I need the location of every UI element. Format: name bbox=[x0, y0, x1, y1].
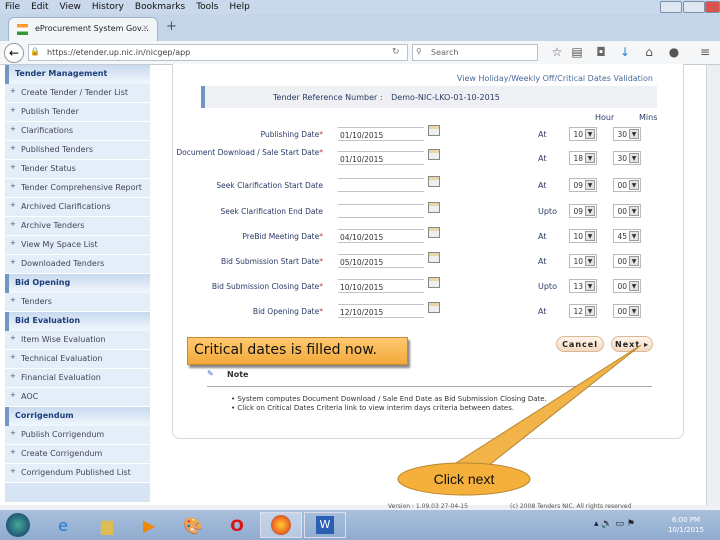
tray-icons[interactable]: ▴ 🔊 ▭ ⚑ bbox=[594, 519, 635, 529]
firefox-icon[interactable] bbox=[260, 512, 302, 538]
word-icon[interactable]: W bbox=[304, 512, 346, 538]
callout-pointer bbox=[446, 344, 642, 469]
start-button[interactable] bbox=[0, 512, 36, 538]
taskbar: e ▆ ▶ 🎨 O W ▴ 🔊 ▭ ⚑ 6:00 PM 10/1/2015 bbox=[0, 510, 720, 540]
clock-time: 6:00 PM bbox=[671, 516, 701, 524]
hint-callout: Click next bbox=[397, 344, 642, 496]
opera-icon[interactable]: O bbox=[216, 512, 258, 538]
ie-icon[interactable]: e bbox=[42, 512, 84, 538]
explorer-icon[interactable]: ▆ bbox=[86, 512, 128, 538]
version-text: Version : 1.09.03 27-04-15 bbox=[388, 503, 468, 510]
copyright-text: (c) 2008 Tenders NIC. All rights reserve… bbox=[510, 503, 632, 510]
clock[interactable]: 6:00 PM 10/1/2015 bbox=[668, 515, 704, 535]
clock-date: 10/1/2015 bbox=[668, 526, 704, 534]
paint-icon[interactable]: 🎨 bbox=[172, 512, 214, 538]
windows-logo-icon bbox=[6, 513, 30, 537]
media-player-icon[interactable]: ▶ bbox=[128, 512, 170, 538]
callout-text: Click next bbox=[434, 471, 495, 487]
